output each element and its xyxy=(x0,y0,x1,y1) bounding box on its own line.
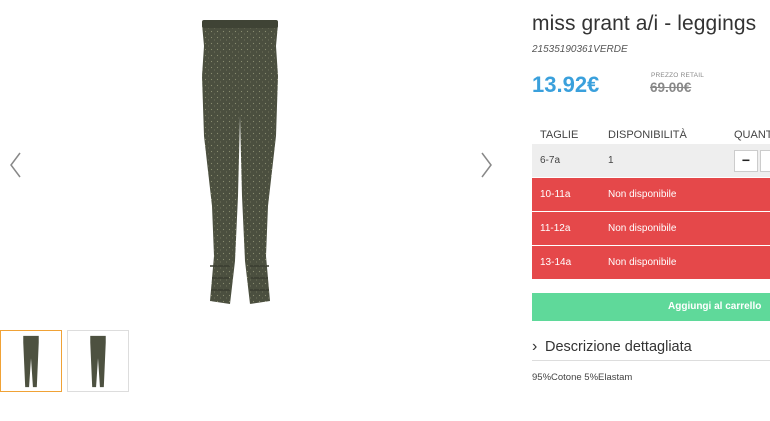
size-label: 13-14a xyxy=(540,257,572,268)
size-label: 11-12a xyxy=(540,223,571,234)
description-toggle[interactable]: › Descrizione dettagliata xyxy=(532,336,770,361)
product-info: miss grant a/i - leggings 21535190361VER… xyxy=(532,0,770,421)
size-row: 10-11a Non disponibile xyxy=(532,178,770,211)
chevron-left-icon xyxy=(10,152,21,178)
size-row: 6-7a 1 − xyxy=(532,144,770,177)
retail-price: 69.00€ xyxy=(650,80,692,95)
availability-value: 1 xyxy=(608,155,614,166)
composition-text: 95%Cotone 5%Elastam xyxy=(532,372,633,383)
header-size: TAGLIE xyxy=(540,129,579,141)
size-row: 13-14a Non disponibile xyxy=(532,246,770,279)
header-quantity: QUANT xyxy=(734,129,770,141)
add-to-cart-label: Aggiungi al carrello xyxy=(668,301,762,312)
add-to-cart-button[interactable]: Aggiungi al carrello xyxy=(532,293,770,321)
size-row: 11-12a Non disponibile xyxy=(532,212,770,245)
chevron-right-icon xyxy=(481,152,492,178)
availability-value: Non disponibile xyxy=(608,257,677,268)
size-label: 10-11a xyxy=(540,189,571,200)
product-title: miss grant a/i - leggings xyxy=(532,12,757,35)
chevron-right-icon: › xyxy=(532,338,538,355)
thumbnail-2[interactable] xyxy=(67,330,129,392)
qty-input[interactable] xyxy=(760,150,770,172)
gallery-prev-arrow[interactable] xyxy=(5,150,25,180)
availability-value: Non disponibile xyxy=(608,223,677,234)
availability-value: Non disponibile xyxy=(608,189,677,200)
qty-decrease-button[interactable]: − xyxy=(734,150,758,172)
product-price: 13.92€ xyxy=(532,72,600,97)
sizes-table: TAGLIE DISPONIBILITÀ QUANT 6-7a 1 − 10-1… xyxy=(532,124,770,279)
description-toggle-label: Descrizione dettagliata xyxy=(545,339,692,355)
sizes-table-header: TAGLIE DISPONIBILITÀ QUANT xyxy=(532,124,770,144)
product-sku: 21535190361VERDE xyxy=(532,44,628,55)
size-label: 6-7a xyxy=(540,155,561,166)
header-availability: DISPONIBILITÀ xyxy=(608,129,687,141)
product-main-image xyxy=(150,6,330,306)
retail-price-label: PREZZO RETAIL xyxy=(651,72,705,79)
quantity-stepper: − xyxy=(734,150,770,172)
gallery-next-arrow[interactable] xyxy=(477,150,497,180)
thumbnail-1[interactable] xyxy=(0,330,62,392)
product-gallery xyxy=(0,0,500,421)
